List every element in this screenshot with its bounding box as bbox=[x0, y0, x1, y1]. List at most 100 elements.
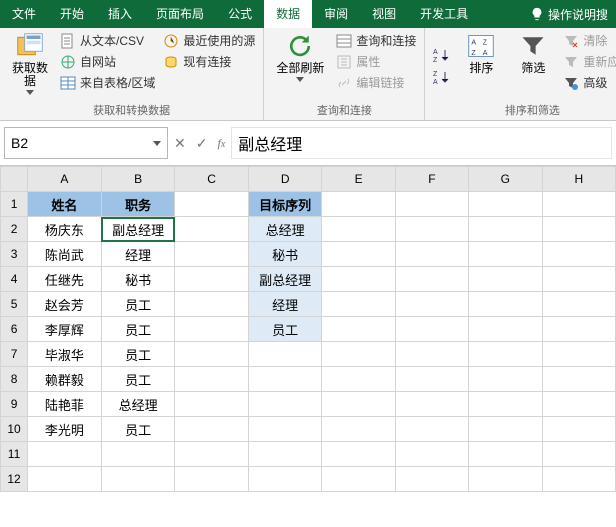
cell[interactable] bbox=[542, 467, 615, 492]
tab-formulas[interactable]: 公式 bbox=[216, 0, 264, 28]
cell[interactable] bbox=[248, 367, 322, 392]
col-header[interactable]: H bbox=[542, 167, 615, 192]
cell[interactable] bbox=[175, 242, 248, 267]
advanced-filter-button[interactable]: 高级 bbox=[563, 74, 616, 91]
tab-file[interactable]: 文件 bbox=[0, 0, 48, 28]
name-box[interactable]: B2 bbox=[4, 127, 168, 159]
cell[interactable] bbox=[28, 467, 102, 492]
from-table-range-button[interactable]: 来自表格/区域 bbox=[60, 74, 155, 91]
cell[interactable]: 任继先 bbox=[28, 267, 102, 292]
get-data-button[interactable]: 获取数 据 bbox=[8, 32, 52, 100]
cell[interactable] bbox=[469, 342, 542, 367]
cell[interactable] bbox=[322, 217, 395, 242]
cell[interactable] bbox=[469, 217, 542, 242]
col-header[interactable]: B bbox=[101, 167, 175, 192]
row-header[interactable]: 1 bbox=[1, 192, 28, 217]
cell[interactable] bbox=[322, 367, 395, 392]
row-header[interactable]: 7 bbox=[1, 342, 28, 367]
cell[interactable]: 李光明 bbox=[28, 417, 102, 442]
cell[interactable] bbox=[322, 242, 395, 267]
cell[interactable] bbox=[395, 442, 468, 467]
cell[interactable] bbox=[322, 292, 395, 317]
cell[interactable] bbox=[542, 317, 615, 342]
cell[interactable] bbox=[28, 442, 102, 467]
col-header[interactable]: G bbox=[469, 167, 542, 192]
cell[interactable] bbox=[542, 367, 615, 392]
formula-input[interactable]: 副总经理 bbox=[231, 127, 612, 159]
col-header[interactable]: F bbox=[395, 167, 468, 192]
tab-insert[interactable]: 插入 bbox=[96, 0, 144, 28]
cell[interactable] bbox=[395, 467, 468, 492]
filter-button[interactable]: 筛选 bbox=[511, 32, 555, 100]
cell[interactable] bbox=[469, 467, 542, 492]
row-header[interactable]: 9 bbox=[1, 392, 28, 417]
cell[interactable]: 目标序列 bbox=[248, 192, 322, 217]
from-text-csv-button[interactable]: 从文本/CSV bbox=[60, 32, 155, 49]
cell[interactable] bbox=[542, 217, 615, 242]
cell[interactable] bbox=[395, 292, 468, 317]
cell[interactable] bbox=[395, 217, 468, 242]
row-header[interactable]: 6 bbox=[1, 317, 28, 342]
cell[interactable] bbox=[175, 342, 248, 367]
tab-page-layout[interactable]: 页面布局 bbox=[144, 0, 216, 28]
tab-home[interactable]: 开始 bbox=[48, 0, 96, 28]
cell[interactable] bbox=[469, 242, 542, 267]
worksheet[interactable]: A B C D E F G H 1 姓名 职务 目标序列 2 杨庆东 副总经理 … bbox=[0, 166, 616, 492]
row-header[interactable]: 8 bbox=[1, 367, 28, 392]
cell[interactable]: 副总经理 bbox=[248, 267, 322, 292]
cell[interactable]: 员工 bbox=[101, 292, 175, 317]
cell[interactable] bbox=[175, 392, 248, 417]
row-header[interactable]: 10 bbox=[1, 417, 28, 442]
cell[interactable] bbox=[469, 367, 542, 392]
cell[interactable] bbox=[175, 467, 248, 492]
cell[interactable] bbox=[395, 367, 468, 392]
cell[interactable]: 经理 bbox=[101, 242, 175, 267]
cell[interactable] bbox=[395, 417, 468, 442]
col-header[interactable]: E bbox=[322, 167, 395, 192]
cell[interactable] bbox=[469, 442, 542, 467]
col-header[interactable]: D bbox=[248, 167, 322, 192]
cell[interactable]: 员工 bbox=[101, 367, 175, 392]
tab-data[interactable]: 数据 bbox=[264, 0, 312, 28]
cell[interactable] bbox=[469, 317, 542, 342]
existing-connections-button[interactable]: 现有连接 bbox=[163, 53, 255, 70]
cell[interactable] bbox=[395, 342, 468, 367]
cell[interactable]: 毕淑华 bbox=[28, 342, 102, 367]
fx-icon[interactable]: fx bbox=[217, 136, 225, 151]
tab-developer[interactable]: 开发工具 bbox=[408, 0, 480, 28]
cell[interactable] bbox=[395, 192, 468, 217]
cell[interactable] bbox=[542, 342, 615, 367]
cell[interactable]: 秘书 bbox=[248, 242, 322, 267]
cell[interactable]: 员工 bbox=[101, 317, 175, 342]
tab-view[interactable]: 视图 bbox=[360, 0, 408, 28]
cell[interactable] bbox=[175, 192, 248, 217]
cell[interactable] bbox=[469, 267, 542, 292]
cell[interactable]: 总经理 bbox=[101, 392, 175, 417]
accept-icon[interactable]: ✓ bbox=[196, 135, 208, 152]
col-header[interactable]: A bbox=[28, 167, 102, 192]
cell[interactable]: 赖群毅 bbox=[28, 367, 102, 392]
sort-button[interactable]: AZZA 排序 bbox=[459, 32, 503, 100]
cell[interactable] bbox=[542, 292, 615, 317]
cell[interactable] bbox=[395, 242, 468, 267]
row-header[interactable]: 2 bbox=[1, 217, 28, 242]
cell[interactable] bbox=[175, 292, 248, 317]
row-header[interactable]: 4 bbox=[1, 267, 28, 292]
cell[interactable] bbox=[175, 417, 248, 442]
from-web-button[interactable]: 自网站 bbox=[60, 53, 155, 70]
cell[interactable]: 员工 bbox=[101, 417, 175, 442]
cell[interactable] bbox=[175, 267, 248, 292]
recent-sources-button[interactable]: 最近使用的源 bbox=[163, 32, 255, 49]
cell[interactable] bbox=[322, 192, 395, 217]
cell[interactable] bbox=[175, 442, 248, 467]
cell[interactable] bbox=[322, 342, 395, 367]
row-header[interactable]: 3 bbox=[1, 242, 28, 267]
cell[interactable] bbox=[469, 417, 542, 442]
cell[interactable] bbox=[395, 317, 468, 342]
cell[interactable] bbox=[248, 392, 322, 417]
refresh-all-button[interactable]: 全部刷新 bbox=[272, 32, 328, 100]
cell[interactable] bbox=[248, 442, 322, 467]
row-header[interactable]: 11 bbox=[1, 442, 28, 467]
cell[interactable] bbox=[248, 417, 322, 442]
cell[interactable] bbox=[175, 217, 248, 242]
